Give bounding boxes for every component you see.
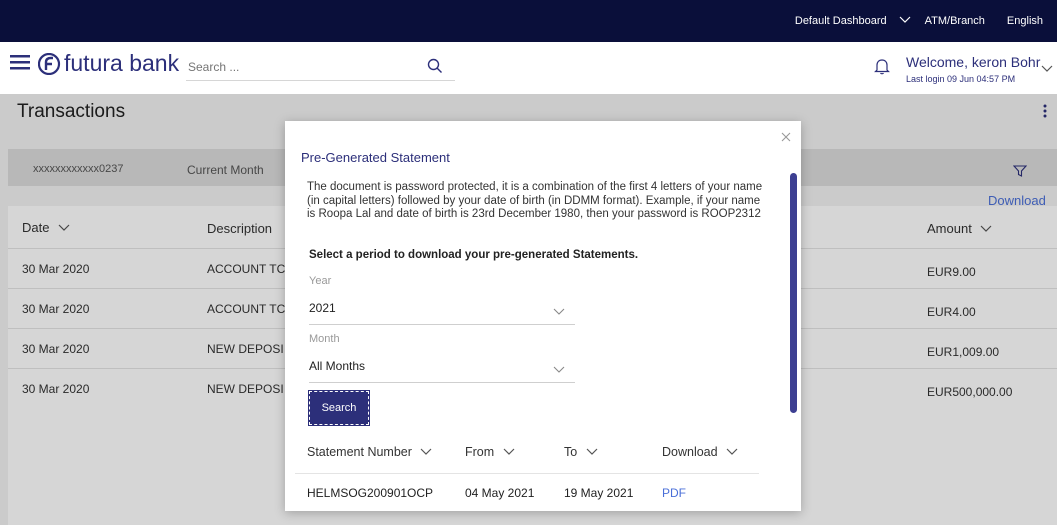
year-dropdown[interactable]: 2021 (309, 297, 575, 325)
pre-generated-statement-modal: Pre-Generated Statement The document is … (285, 121, 801, 511)
user-menu-chevron-icon[interactable] (1041, 60, 1053, 78)
sort-chevron-icon (586, 448, 598, 455)
year-value: 2021 (309, 301, 336, 315)
statement-from: 04 May 2021 (465, 486, 535, 500)
month-value: All Months (309, 359, 366, 373)
column-header-download[interactable]: Download (662, 445, 738, 459)
bell-icon[interactable] (874, 57, 890, 80)
statement-to: 19 May 2021 (564, 486, 634, 500)
column-header-to[interactable]: To (564, 445, 598, 459)
welcome-text[interactable]: Welcome, keron Bohr (906, 54, 1040, 70)
password-info: The document is password protected, it i… (307, 181, 763, 220)
app-header: futura bank Welcome, keron Bohr Last log… (0, 42, 1057, 94)
search-icon[interactable] (427, 58, 443, 79)
top-bar: Default Dashboard ATM/Branch English (0, 0, 1057, 42)
chevron-down-icon (553, 303, 565, 321)
search-input[interactable] (186, 54, 455, 81)
chevron-down-icon[interactable] (899, 15, 911, 27)
column-header-from[interactable]: From (465, 445, 515, 459)
close-icon[interactable] (781, 129, 791, 147)
statements-table: Statement Number From To Download HELMSO… (295, 433, 759, 511)
month-label: Month (309, 333, 340, 345)
sort-chevron-icon (503, 448, 515, 455)
chevron-down-icon (553, 361, 565, 379)
modal-scrollbar[interactable] (790, 173, 797, 413)
period-instruction: Select a period to download your pre-gen… (309, 249, 639, 261)
pdf-download-link[interactable]: PDF (662, 486, 686, 500)
hamburger-menu-icon[interactable] (10, 54, 30, 75)
search-button[interactable]: Search (308, 390, 370, 426)
year-underline (309, 324, 575, 325)
month-underline (309, 382, 575, 383)
brand-name: futura bank (64, 50, 180, 76)
language-link[interactable]: English (1007, 15, 1043, 27)
table-row[interactable]: HELMSOG200901OCP 04 May 2021 19 May 2021… (295, 474, 759, 511)
year-label: Year (309, 275, 332, 287)
month-dropdown[interactable]: All Months (309, 355, 575, 383)
statement-number: HELMSOG200901OCP (307, 486, 434, 500)
modal-title: Pre-Generated Statement (301, 150, 450, 165)
default-dashboard-link[interactable]: Default Dashboard (795, 15, 887, 27)
sort-chevron-icon (420, 448, 432, 455)
column-header-statement-number[interactable]: Statement Number (307, 445, 432, 459)
last-login-text: Last login 09 Jun 04:57 PM (906, 74, 1016, 84)
sort-chevron-icon (726, 448, 738, 455)
bank-logo-icon[interactable] (37, 52, 62, 80)
atm-branch-link[interactable]: ATM/Branch (925, 15, 985, 27)
